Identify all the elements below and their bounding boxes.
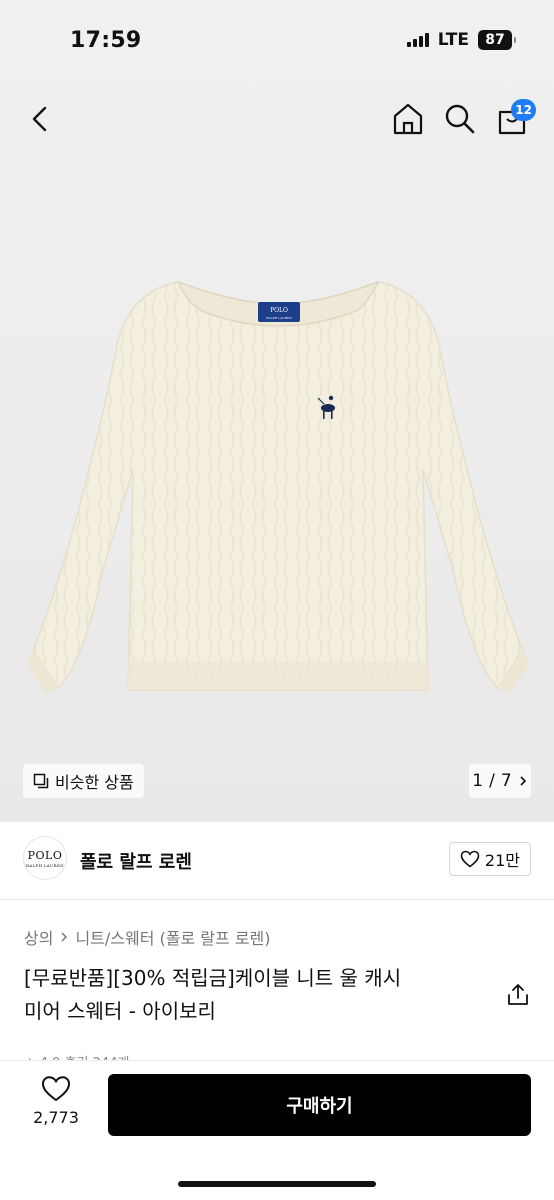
brand-logo-text: POLO [27,848,63,862]
neck-label-subtext: RALPH LAUREN [266,316,292,320]
chevron-right-icon [61,932,68,942]
similar-products-button[interactable]: 비슷한 상품 [23,764,144,798]
neck-label-text: POLO [270,307,288,314]
network-label: LTE [437,30,469,50]
wishlist-button[interactable]: 2,773 [24,1075,88,1137]
share-button[interactable] [505,982,531,1008]
back-button[interactable] [24,102,58,136]
chevron-left-icon [32,106,47,132]
page-current: 1 [472,771,484,791]
product-title-line-1: [무료반품][30% 적립금]케이블 니트 울 캐시 [24,966,402,990]
breadcrumb-subcategory[interactable]: 니트/스웨터 (폴로 랄프 로렌) [75,925,270,949]
brand-logo-subtext: RALPH LAUREN [26,862,64,868]
product-title: [무료반품][30% 적립금]케이블 니트 울 캐시 미어 스웨터 - 아이보리 [24,962,484,1028]
search-button[interactable] [444,100,476,136]
wishlist-count: 2,773 [33,1108,79,1127]
brand-like-button[interactable]: 21만 [448,842,531,876]
chevron-right-icon [520,776,526,786]
similar-products-label: 비슷한 상품 [55,773,134,792]
cart-count-badge: 12 [511,99,536,121]
product-image: POLO RALPH LAUREN [28,280,528,694]
search-icon [445,104,475,134]
share-icon [508,984,528,1005]
home-indicator [178,1181,376,1187]
bottom-action-bar: 2,773 구매하기 [0,1060,554,1200]
similar-items-icon [33,773,49,789]
brand-name[interactable]: 폴로 랄프 로렌 [80,848,192,874]
status-time: 17:59 [70,28,142,53]
page-separator: / [489,771,495,791]
home-icon [393,103,423,135]
home-button[interactable] [392,100,424,136]
page-total: 7 [500,771,512,791]
brand-row[interactable]: POLO RALPH LAUREN 폴로 랄프 로렌 21만 [0,822,554,900]
status-indicators: LTE 87 [406,30,516,50]
heart-icon [460,850,480,868]
heart-icon [41,1076,71,1102]
gallery-page-counter[interactable]: 1 / 7 [469,764,531,798]
product-title-line-2: 미어 스웨터 - 아이보리 [24,999,216,1023]
breadcrumb: 상의 니트/스웨터 (폴로 랄프 로렌) [24,925,271,949]
signal-icon [406,33,429,47]
buy-button[interactable]: 구매하기 [108,1074,531,1136]
breadcrumb-category[interactable]: 상의 [24,925,53,949]
battery-icon: 87 [478,30,516,50]
cart-button[interactable]: 12 [496,99,536,136]
product-image-gallery[interactable]: 17:59 LTE 87 12 POLO RALPH LAUREN 비슷한 상품… [0,0,554,822]
brand-logo[interactable]: POLO RALPH LAUREN [23,836,67,880]
brand-like-count: 21만 [484,851,520,870]
